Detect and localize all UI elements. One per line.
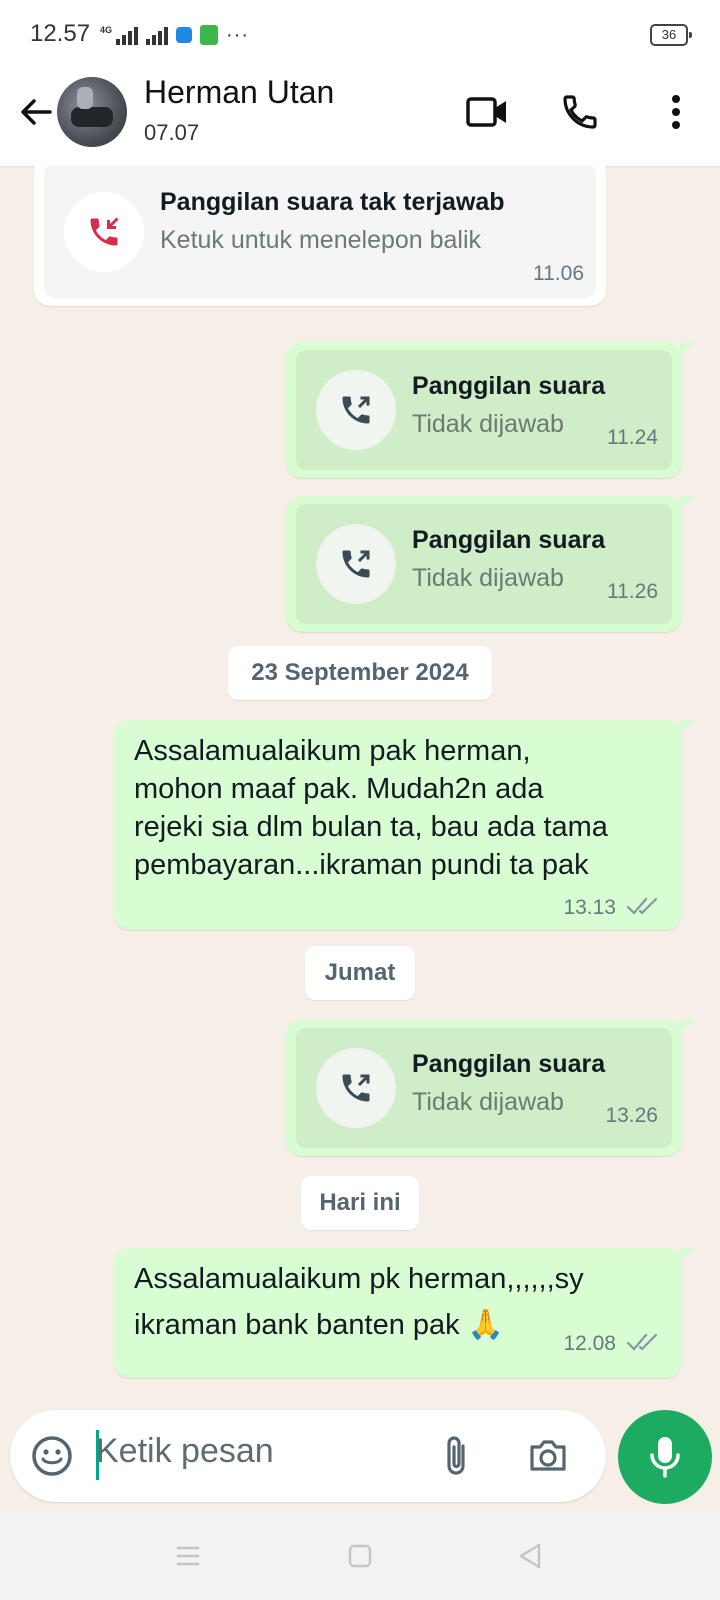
call-subtitle: Tidak dijawab <box>412 1088 564 1116</box>
call-card: Panggilan suara tak terjawab Ketuk untuk… <box>44 166 596 298</box>
missed-call-icon <box>64 192 144 272</box>
message-text: Assalamualaikum pk herman,,,,,,sy ikrama… <box>134 1256 584 1348</box>
avatar[interactable] <box>57 77 127 147</box>
outgoing-text-message[interactable]: Assalamualaikum pak herman, mohon maaf p… <box>114 720 694 930</box>
status-icons: 4G ··· <box>100 22 249 48</box>
call-title: Panggilan suara <box>412 1050 606 1078</box>
message-time: 11.26 <box>607 580 658 603</box>
outgoing-call-message[interactable]: Panggilan suara Tidak dijawab 11.24 <box>286 342 694 478</box>
message-line: Assalamualaikum pak herman, <box>134 735 531 767</box>
attach-icon[interactable] <box>430 1430 482 1482</box>
more-options-icon[interactable] <box>652 88 700 136</box>
call-card: Panggilan suara Tidak dijawab 13.26 <box>296 1028 672 1148</box>
back-arrow-icon[interactable] <box>16 92 56 132</box>
message-time: 11.06 <box>533 262 584 285</box>
battery-icon: 36 <box>650 24 692 46</box>
mic-button[interactable] <box>618 1410 712 1504</box>
date-separator: Jumat <box>305 946 415 1000</box>
chat-header: Herman Utan 07.07 <box>0 70 720 166</box>
message-time: 13.26 <box>605 1104 658 1127</box>
read-ticks-icon <box>626 896 660 916</box>
read-ticks-icon <box>626 1332 660 1352</box>
message-time: 12.08 <box>563 1332 616 1355</box>
message-text: Assalamualaikum pak herman, mohon maaf p… <box>134 732 608 884</box>
signal-icon <box>146 25 169 45</box>
outgoing-call-message[interactable]: Panggilan suara Tidak dijawab 13.26 <box>286 1020 694 1156</box>
emoji-icon[interactable] <box>26 1430 78 1482</box>
app-notification-icon <box>176 27 193 43</box>
contact-name[interactable]: Herman Utan <box>144 74 334 111</box>
voice-call-icon[interactable] <box>556 88 604 136</box>
video-call-icon[interactable] <box>463 88 511 136</box>
call-title: Panggilan suara tak terjawab <box>160 188 505 216</box>
signal-4g-icon: 4G <box>100 25 139 45</box>
outgoing-call-message[interactable]: Panggilan suara Tidak dijawab 11.26 <box>286 496 694 632</box>
status-bar: 12.57 4G ··· 36 <box>0 0 720 70</box>
message-input[interactable]: Ketik pesan <box>96 1432 274 1471</box>
message-time: 13.13 <box>563 896 616 919</box>
more-notifications-icon: ··· <box>226 24 249 46</box>
date-separator: Hari ini <box>301 1176 419 1230</box>
app-notification-icon <box>200 25 219 45</box>
call-title: Panggilan suara <box>412 526 606 554</box>
call-title: Panggilan suara <box>412 372 606 400</box>
home-icon[interactable] <box>342 1538 378 1574</box>
call-subtitle: Ketuk untuk menelepon balik <box>160 226 482 254</box>
message-line: ikraman bank banten pak 🙏 <box>134 1309 504 1341</box>
outgoing-call-icon <box>316 524 396 604</box>
outgoing-call-icon <box>316 1048 396 1128</box>
back-nav-icon[interactable] <box>512 1538 548 1574</box>
message-composer: Ketik pesan <box>10 1410 606 1502</box>
call-subtitle: Tidak dijawab <box>412 410 564 438</box>
network-type-label: 4G <box>100 25 113 35</box>
outgoing-call-icon <box>316 370 396 450</box>
call-subtitle: Tidak dijawab <box>412 564 564 592</box>
call-card: Panggilan suara Tidak dijawab 11.24 <box>296 350 672 470</box>
status-time: 12.57 <box>30 20 91 47</box>
camera-icon[interactable] <box>522 1430 574 1482</box>
message-line: rejeki sia dlm bulan ta, bau ada tama <box>134 811 608 843</box>
call-card: Panggilan suara Tidak dijawab 11.26 <box>296 504 672 624</box>
message-line: pembayaran...ikraman pundi ta pak <box>134 849 589 881</box>
last-seen: 07.07 <box>144 120 200 145</box>
chat-area[interactable]: Panggilan suara tak terjawab Ketuk untuk… <box>0 166 720 1410</box>
message-line: mohon maaf pak. Mudah2n ada <box>134 773 544 805</box>
message-line: Assalamualaikum pk herman,,,,,,sy <box>134 1263 584 1295</box>
outgoing-text-message[interactable]: Assalamualaikum pk herman,,,,,,sy ikrama… <box>114 1248 694 1378</box>
system-nav-bar <box>0 1512 720 1600</box>
message-time: 11.24 <box>607 426 658 449</box>
date-separator: 23 September 2024 <box>228 646 492 700</box>
mic-icon <box>650 1437 680 1478</box>
missed-call-message[interactable]: Panggilan suara tak terjawab Ketuk untuk… <box>34 166 606 306</box>
recents-icon[interactable] <box>170 1538 206 1574</box>
